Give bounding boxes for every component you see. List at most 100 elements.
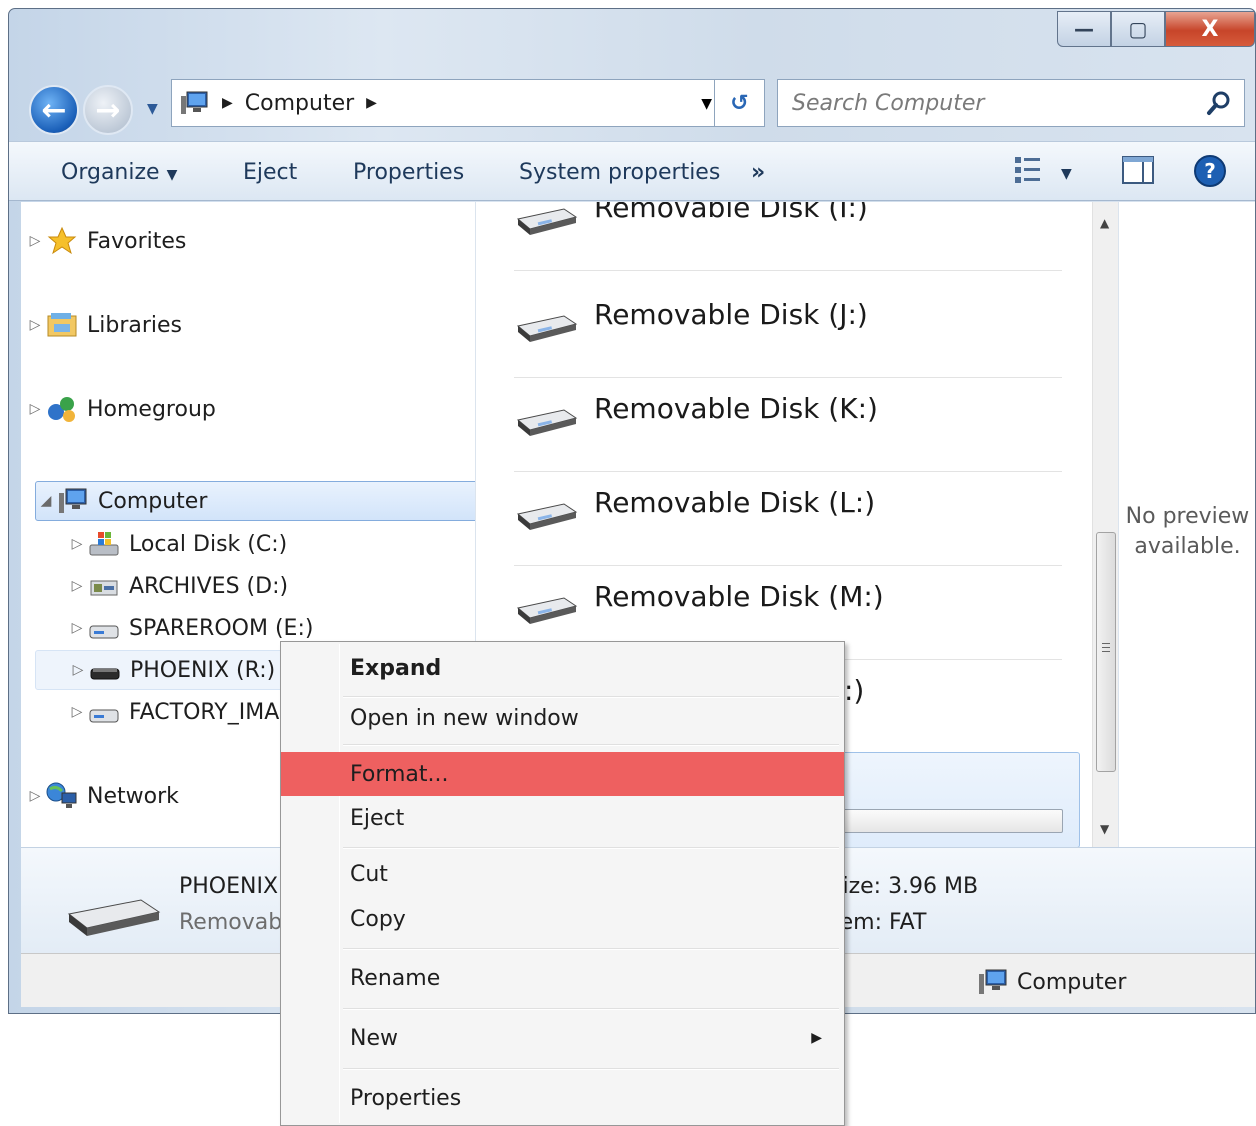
tree-item-drive[interactable]: ▷ Local Disk (C:) (67, 524, 477, 564)
menu-item-rename[interactable]: Rename (281, 956, 844, 1000)
search-box[interactable]: Search Computer (777, 79, 1245, 127)
address-dropdown-icon[interactable]: ▼ (701, 96, 712, 112)
system-properties-button[interactable]: System properties (519, 160, 720, 185)
breadcrumb-separator-icon[interactable]: ▶ (222, 95, 233, 111)
submenu-arrow-icon: ▶ (811, 1030, 822, 1046)
view-options-icon[interactable] (1013, 154, 1043, 188)
scroll-up-icon[interactable]: ▲ (1100, 216, 1109, 230)
expand-arrow-icon[interactable]: ▷ (68, 662, 88, 678)
removable-drive-icon (516, 503, 578, 530)
eject-button[interactable]: Eject (243, 160, 297, 185)
menu-item-properties[interactable]: Properties (281, 1076, 844, 1120)
collapse-arrow-icon[interactable]: ◢ (36, 493, 56, 509)
svg-text:?: ? (1204, 159, 1216, 183)
command-bar: Organize ▼ Eject Properties System prope… (9, 141, 1255, 201)
preview-message: No preview available. (1125, 504, 1250, 559)
expand-arrow-icon[interactable]: ▷ (67, 578, 87, 594)
drive-tile[interactable]: Removable Disk (K:) (514, 378, 1062, 472)
close-button[interactable]: X (1165, 11, 1255, 47)
local-disk-icon (87, 529, 121, 559)
drive-tile[interactable]: Removable Disk (L:) (514, 472, 1062, 566)
scrollbar-thumb[interactable] (1096, 532, 1116, 772)
menu-item-copy[interactable]: Copy (281, 897, 844, 941)
menu-item-format[interactable]: Format... (281, 752, 844, 796)
scroll-down-icon[interactable]: ▼ (1100, 822, 1109, 836)
network-drive-icon (87, 571, 121, 601)
removable-drive-icon (516, 597, 578, 624)
network-icon (45, 781, 79, 811)
back-button[interactable]: ← (29, 85, 79, 135)
drive-label: Removable Disk (J:) (594, 298, 868, 331)
tree-item-libraries[interactable]: ▷ Libraries (25, 305, 465, 345)
expand-arrow-icon[interactable]: ▷ (25, 233, 45, 249)
expand-arrow-icon[interactable]: ▷ (67, 620, 87, 636)
preview-pane-icon[interactable] (1121, 154, 1155, 186)
help-icon[interactable]: ? (1193, 154, 1227, 188)
more-commands-button[interactable]: » (751, 160, 765, 185)
view-dropdown-icon[interactable]: ▼ (1061, 166, 1072, 182)
navigation-bar: ← → ▼ ▶ Computer ▶ ▼ ↺ Search Computer (23, 79, 1245, 141)
tree-label: PHOENIX (R:) (130, 657, 276, 683)
details-filesystem: tem: FAT (831, 910, 927, 935)
tree-item-favorites[interactable]: ▷ Favorites (25, 221, 465, 261)
menu-item-expand[interactable]: Expand (281, 646, 844, 690)
refresh-button[interactable]: ↺ (714, 80, 764, 126)
removable-drive-icon (516, 315, 578, 342)
details-size: size: 3.96 MB (831, 874, 979, 899)
expand-arrow-icon[interactable]: ▷ (25, 317, 45, 333)
menu-separator (343, 948, 839, 950)
context-menu: Expand Open in new window Format... Ejec… (280, 641, 845, 1126)
star-icon (45, 226, 79, 256)
details-name: PHOENIX (179, 874, 279, 899)
tree-label: Homegroup (87, 396, 216, 422)
recent-pages-dropdown[interactable]: ▼ (147, 101, 158, 117)
organize-menu[interactable]: Organize ▼ (61, 160, 177, 185)
removable-drive-icon (516, 409, 578, 436)
status-label: Computer (1017, 969, 1127, 995)
drive-label: Removable Disk (K:) (594, 392, 878, 425)
homegroup-icon (45, 394, 79, 424)
organize-label: Organize (61, 160, 160, 185)
vertical-scrollbar[interactable]: ▲ ▼ (1092, 202, 1118, 847)
removable-drive-icon (88, 655, 122, 685)
drive-label: Removable Disk (M:) (594, 580, 884, 613)
search-input[interactable]: Search Computer (792, 91, 984, 116)
minimize-button[interactable]: — (1057, 11, 1111, 47)
computer-icon (56, 486, 90, 516)
drive-label: Removable Disk (L:) (594, 486, 876, 519)
breadcrumb-chevron-icon[interactable]: ▶ (366, 95, 377, 111)
address-bar[interactable]: ▶ Computer ▶ ▼ ↺ (171, 79, 765, 127)
breadcrumb-computer[interactable]: Computer (245, 91, 354, 116)
tree-label: SPAREROOM (E:) (129, 615, 314, 641)
menu-separator (343, 847, 839, 849)
drive-tile[interactable]: Removable Disk (I:) (514, 202, 1062, 271)
drive-tile[interactable]: Removable Disk (J:) (514, 284, 1062, 378)
libraries-icon (45, 310, 79, 340)
tree-item-drive[interactable]: ▷ ARCHIVES (D:) (67, 566, 477, 606)
expand-arrow-icon[interactable]: ▷ (25, 788, 45, 804)
drive-label: Removable Disk (I:) (594, 202, 868, 224)
menu-item-cut[interactable]: Cut (281, 852, 844, 896)
menu-item-label: New (350, 1025, 398, 1051)
removable-drive-icon (67, 899, 161, 936)
caption-buttons: — ▢ X (1057, 11, 1255, 47)
menu-item-open-new-window[interactable]: Open in new window (281, 696, 844, 740)
expand-arrow-icon[interactable]: ▷ (67, 704, 87, 720)
tree-label: ARCHIVES (D:) (129, 573, 289, 599)
properties-button[interactable]: Properties (353, 160, 464, 185)
tree-label: Favorites (87, 228, 187, 254)
expand-arrow-icon[interactable]: ▷ (25, 401, 45, 417)
menu-item-eject[interactable]: Eject (281, 796, 844, 840)
computer-icon (979, 969, 1007, 994)
tree-item-computer[interactable]: ◢ Computer (35, 481, 481, 521)
menu-separator (343, 744, 839, 746)
tree-label: Libraries (87, 312, 183, 338)
tree-item-homegroup[interactable]: ▷ Homegroup (25, 389, 465, 429)
removable-drive-icon (516, 208, 578, 235)
expand-arrow-icon[interactable]: ▷ (67, 536, 87, 552)
search-icon[interactable] (1206, 90, 1232, 116)
menu-item-new[interactable]: New ▶ (281, 1016, 844, 1060)
maximize-button[interactable]: ▢ (1111, 11, 1165, 47)
forward-button[interactable]: → (83, 85, 133, 135)
tree-label: FACTORY_IMA (129, 699, 280, 725)
